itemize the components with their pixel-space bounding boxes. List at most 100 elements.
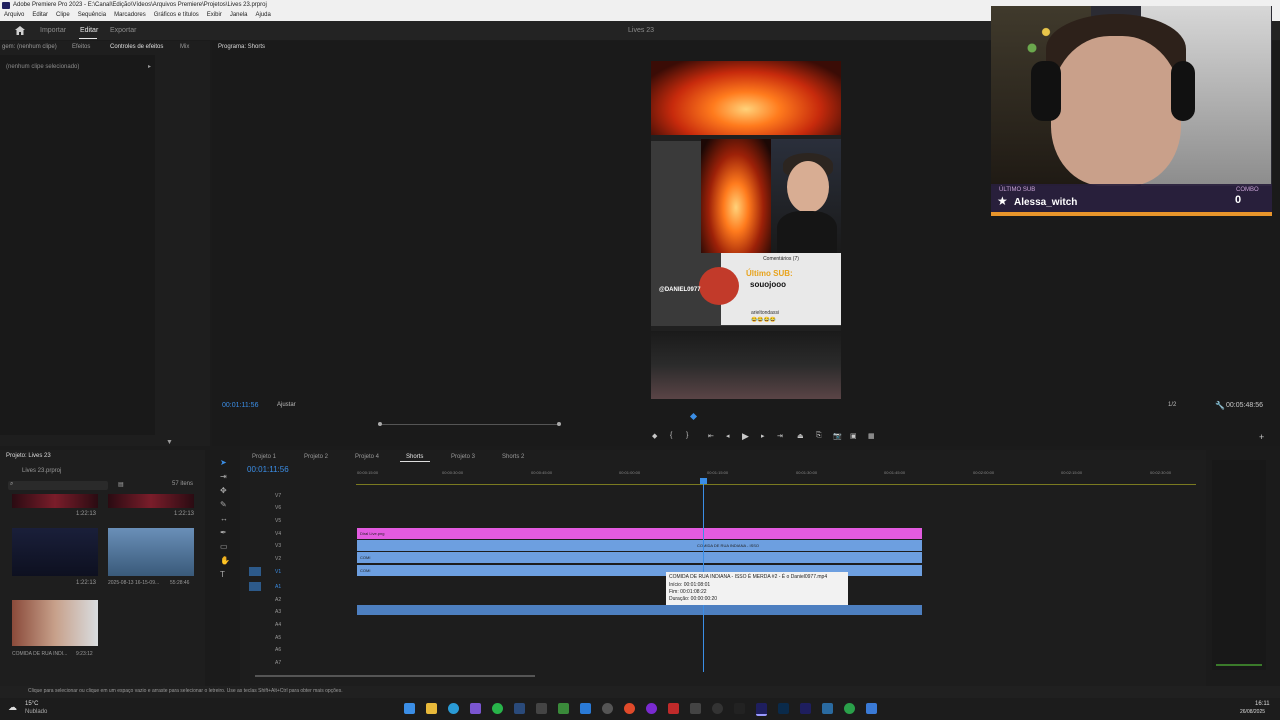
proxy-toggle-icon[interactable]: ▦: [868, 432, 875, 440]
clock-date[interactable]: 26/08/2025: [1240, 709, 1265, 715]
extract-icon[interactable]: ⎘: [816, 432, 822, 440]
work-area-bar[interactable]: [356, 484, 1196, 485]
video-clip-v2[interactable]: COMI: [357, 552, 922, 563]
steam-icon[interactable]: [514, 703, 525, 714]
track-a7[interactable]: A7: [275, 660, 281, 666]
audio-clip-a2[interactable]: [357, 605, 922, 615]
type-tool-icon[interactable]: T: [220, 570, 225, 579]
new-bin-icon[interactable]: ▤: [118, 481, 124, 488]
pdf-icon[interactable]: [668, 703, 679, 714]
menu-marcadores[interactable]: Marcadores: [110, 11, 150, 21]
thumbnail-1[interactable]: [12, 494, 98, 508]
weather-icon[interactable]: ☁: [8, 702, 17, 713]
play-icon[interactable]: ▶: [742, 431, 749, 442]
media-encoder-icon[interactable]: [800, 703, 811, 714]
comparison-view-icon[interactable]: ▣: [850, 432, 857, 440]
track-v2[interactable]: V2: [275, 556, 281, 562]
timeline-tab-projeto1[interactable]: Projeto 1: [252, 454, 276, 460]
track-a5[interactable]: A5: [275, 635, 281, 641]
track-v1[interactable]: V1: [275, 569, 281, 575]
lift-icon[interactable]: ⏏: [797, 432, 804, 440]
discord-icon[interactable]: [470, 703, 481, 714]
timeline-tab-shorts2[interactable]: Shorts 2: [502, 454, 524, 460]
program-preview[interactable]: Comentários (7) Último SUB: souojooo @DA…: [651, 61, 841, 399]
thumbnail-3[interactable]: [12, 528, 98, 576]
twitch-icon[interactable]: [646, 703, 657, 714]
menu-sequencia[interactable]: Sequência: [74, 11, 110, 21]
browser-icon[interactable]: [624, 703, 635, 714]
project-search-input[interactable]: [8, 481, 108, 490]
hand-tool-icon[interactable]: ✋: [220, 556, 230, 565]
weather-temp[interactable]: 15°C: [25, 701, 38, 707]
track-v5[interactable]: V5: [275, 518, 281, 524]
step-forward-icon[interactable]: ▸: [761, 432, 765, 440]
whatsapp-icon[interactable]: [492, 703, 503, 714]
thumbnail-2[interactable]: [108, 494, 194, 508]
source-patch-a1[interactable]: [249, 582, 261, 591]
menu-arquivo[interactable]: Arquivo: [0, 11, 28, 21]
filter-icon[interactable]: ▼: [166, 439, 173, 446]
panel-tab-source[interactable]: gem: (nenhum clipe): [2, 44, 57, 50]
step-back-icon[interactable]: ◂: [726, 432, 730, 440]
track-select-icon[interactable]: ⇥: [220, 472, 227, 481]
workspace-tab-editar[interactable]: Editar: [80, 27, 98, 34]
thumbnail-5[interactable]: [12, 600, 98, 646]
zoom-handle-right[interactable]: [557, 422, 561, 426]
pen-tool-icon[interactable]: ✒: [220, 528, 227, 537]
selection-tool-icon[interactable]: ➤: [220, 458, 227, 467]
obs-icon[interactable]: [602, 703, 613, 714]
weather-desc[interactable]: Nublado: [25, 709, 47, 715]
track-v4[interactable]: V4: [275, 531, 281, 537]
graphics-clip[interactable]: Diral Live.png: [357, 528, 922, 539]
menu-ajuda[interactable]: Ajuda: [252, 11, 275, 21]
mark-in-icon[interactable]: {: [670, 432, 672, 439]
workspace-tab-importar[interactable]: Importar: [40, 27, 66, 34]
app-icon-3[interactable]: [822, 703, 833, 714]
workspace-tab-exportar[interactable]: Exportar: [110, 27, 136, 34]
track-a3[interactable]: A3: [275, 609, 281, 615]
track-a6[interactable]: A6: [275, 647, 281, 653]
razor-tool-icon[interactable]: ✎: [220, 500, 227, 509]
timeline-scrollbar[interactable]: [255, 675, 535, 677]
menu-graficos[interactable]: Gráficos e títulos: [150, 11, 203, 21]
panel-tab-efeitos[interactable]: Efeitos: [72, 44, 90, 50]
track-v6[interactable]: V6: [275, 505, 281, 511]
program-monitor-tab[interactable]: Programa: Shorts: [218, 44, 265, 50]
app-icon-5[interactable]: [866, 703, 877, 714]
scrub-bar[interactable]: [378, 424, 558, 425]
home-icon[interactable]: [15, 26, 25, 35]
timeline-tab-projeto3[interactable]: Projeto 3: [451, 454, 475, 460]
ea-icon[interactable]: [580, 703, 591, 714]
project-panel-tab[interactable]: Projeto: Lives 23: [6, 453, 51, 459]
zoom-handle-left[interactable]: [378, 422, 382, 426]
playhead-handle[interactable]: [700, 478, 707, 484]
app-icon-4[interactable]: [844, 703, 855, 714]
timeline-tab-projeto4[interactable]: Projeto 4: [355, 454, 379, 460]
source-patch-v1[interactable]: [249, 567, 261, 576]
mark-out-icon[interactable]: }: [686, 432, 688, 439]
start-icon[interactable]: [404, 703, 415, 714]
timeline-tab-shorts[interactable]: Shorts: [406, 454, 423, 460]
menu-exibir[interactable]: Exibir: [203, 11, 226, 21]
rectangle-tool-icon[interactable]: ▭: [220, 542, 228, 551]
export-frame-icon[interactable]: 📷: [833, 432, 842, 440]
go-to-out-icon[interactable]: ⇥: [777, 432, 783, 440]
app-icon[interactable]: [536, 703, 547, 714]
track-v7[interactable]: V7: [275, 493, 281, 499]
xbox-icon[interactable]: [558, 703, 569, 714]
program-timecode[interactable]: 00:01:11:56: [222, 402, 258, 409]
video-clip-v3[interactable]: COMIDA DE RUA INDIANA - ISSO: [357, 540, 922, 551]
panel-tab-mix[interactable]: Mix: [180, 44, 189, 50]
ripple-edit-icon[interactable]: ✥: [220, 486, 227, 495]
settings-icon[interactable]: [712, 703, 723, 714]
resolution-dropdown[interactable]: 1/2: [1168, 402, 1176, 408]
add-button-icon[interactable]: +: [1259, 432, 1264, 442]
premiere-taskbar-icon[interactable]: [756, 703, 767, 716]
app-icon-2[interactable]: [690, 703, 701, 714]
track-a4[interactable]: A4: [275, 622, 281, 628]
chevron-right-icon[interactable]: ▸: [148, 63, 151, 70]
track-a2[interactable]: A2: [275, 597, 281, 603]
terminal-icon[interactable]: [734, 703, 745, 714]
clock-time[interactable]: 16:11: [1255, 701, 1270, 707]
menu-janela[interactable]: Janela: [226, 11, 252, 21]
